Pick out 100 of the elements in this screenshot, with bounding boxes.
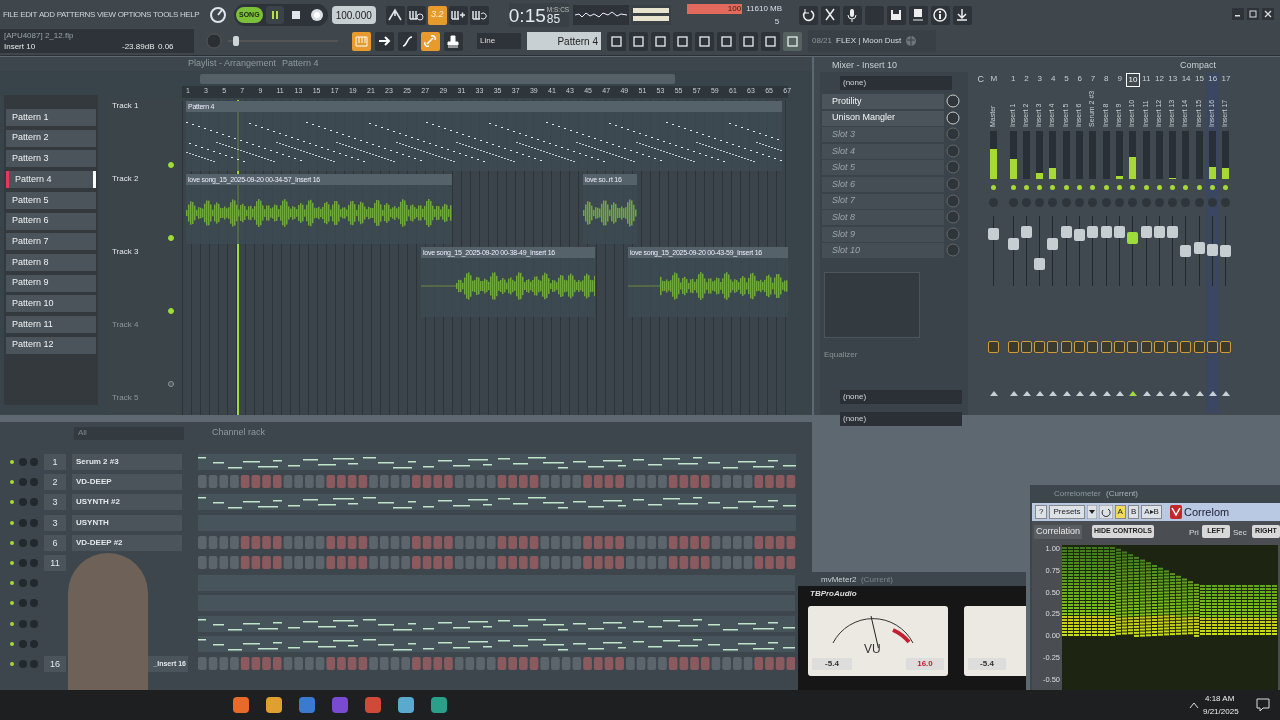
mute-toggle[interactable] bbox=[1077, 185, 1083, 190]
loop-record-icon[interactable] bbox=[469, 5, 489, 25]
strip-number[interactable]: 15 bbox=[1192, 73, 1207, 85]
link-icon[interactable] bbox=[421, 31, 440, 51]
effect-slot[interactable]: Slot 3 bbox=[822, 127, 944, 143]
channel-led[interactable] bbox=[10, 540, 14, 545]
channel-name-button[interactable]: VD-DEEP #2 bbox=[72, 534, 182, 551]
fader-thumb[interactable] bbox=[1087, 226, 1099, 239]
channel-led[interactable] bbox=[10, 662, 14, 666]
fader-thumb[interactable] bbox=[1060, 226, 1072, 239]
effect-slot[interactable]: Slot 6 bbox=[822, 177, 944, 192]
route-toggle[interactable] bbox=[1140, 341, 1152, 353]
strip-number[interactable]: 9 bbox=[1112, 73, 1127, 85]
mute-toggle[interactable] bbox=[1010, 185, 1016, 190]
strip-number[interactable]: 6 bbox=[1073, 73, 1087, 85]
minimize-button[interactable] bbox=[1232, 8, 1244, 20]
channel-led[interactable] bbox=[10, 641, 14, 646]
pattern-item[interactable]: Pattern 6 bbox=[6, 212, 96, 230]
fader-thumb[interactable] bbox=[1047, 238, 1059, 251]
fader-thumb[interactable] bbox=[1127, 232, 1139, 245]
input-dropdown[interactable]: (none) bbox=[840, 76, 952, 90]
mute-toggle[interactable] bbox=[1223, 185, 1229, 190]
mixer-track-number[interactable]: 11 bbox=[44, 555, 66, 571]
channel-led[interactable] bbox=[10, 500, 14, 505]
piano-icon[interactable] bbox=[352, 31, 371, 51]
mixer-track-number[interactable]: 3 bbox=[44, 514, 66, 531]
mute-toggle[interactable] bbox=[1156, 185, 1162, 190]
strip-number[interactable]: C bbox=[977, 73, 984, 87]
app-icon[interactable] bbox=[331, 696, 349, 714]
fader-thumb[interactable] bbox=[1074, 228, 1086, 241]
channel-name-button[interactable]: Serum 2 #3 bbox=[72, 454, 182, 470]
menu-item[interactable]: VIEW bbox=[96, 9, 116, 21]
route-toggle[interactable] bbox=[1007, 341, 1019, 353]
dropdown-icon[interactable] bbox=[1086, 505, 1097, 519]
mute-toggle[interactable] bbox=[1103, 185, 1109, 190]
pattern-item[interactable]: Pattern 3 bbox=[6, 150, 96, 168]
mute-toggle[interactable] bbox=[1196, 185, 1202, 190]
route-toggle[interactable] bbox=[1153, 341, 1165, 353]
mute-toggle[interactable] bbox=[991, 185, 997, 190]
fader-thumb[interactable] bbox=[1007, 238, 1019, 251]
mute-toggle[interactable] bbox=[1210, 185, 1216, 190]
mute-toggle[interactable] bbox=[1063, 185, 1069, 190]
channel-led[interactable] bbox=[10, 601, 14, 606]
route-toggle[interactable] bbox=[988, 341, 1000, 353]
strip-number[interactable]: 17 bbox=[1219, 73, 1233, 85]
fader-thumb[interactable] bbox=[1034, 257, 1046, 270]
menu-item[interactable]: FILE bbox=[3, 9, 19, 21]
pattern-item[interactable]: Pattern 8 bbox=[6, 253, 96, 271]
mixer-track-number[interactable]: 2 bbox=[44, 474, 66, 491]
app-icon[interactable] bbox=[364, 696, 382, 714]
fader-thumb[interactable] bbox=[1193, 242, 1205, 255]
route-toggle[interactable] bbox=[1074, 341, 1086, 353]
reset-icon[interactable] bbox=[799, 5, 819, 25]
fader-thumb[interactable] bbox=[1207, 243, 1219, 256]
effect-slot[interactable]: Slot 7 bbox=[822, 193, 944, 209]
menu-item[interactable]: PATTERNS bbox=[56, 9, 95, 21]
pattern-item[interactable]: Pattern 10 bbox=[6, 295, 96, 313]
track-enable-toggle[interactable] bbox=[168, 162, 174, 168]
mute-toggle[interactable] bbox=[1170, 185, 1176, 190]
pattern-item[interactable]: Pattern 11 bbox=[6, 316, 96, 333]
pattern-selector[interactable]: Pattern 4 bbox=[527, 32, 601, 50]
microphone-icon[interactable] bbox=[843, 5, 863, 25]
effect-slot[interactable]: Slot 4 bbox=[822, 143, 944, 159]
strip-number[interactable]: 16 bbox=[1206, 73, 1220, 85]
fader-thumb[interactable] bbox=[988, 227, 1000, 240]
strip-number[interactable]: 4 bbox=[1046, 73, 1060, 85]
cut-icon[interactable] bbox=[821, 5, 841, 25]
strip-number[interactable]: 10 bbox=[1126, 73, 1140, 87]
strip-number[interactable]: 12 bbox=[1152, 73, 1167, 85]
restore-button[interactable] bbox=[1247, 8, 1259, 20]
save-icon[interactable] bbox=[887, 5, 907, 25]
mute-toggle[interactable] bbox=[1050, 185, 1056, 190]
strip-number[interactable]: 1 bbox=[1006, 73, 1020, 85]
mixer-track-number[interactable]: 6 bbox=[44, 534, 66, 551]
knob-icon[interactable] bbox=[208, 5, 228, 25]
route-toggle[interactable] bbox=[1113, 341, 1125, 353]
save-new-icon[interactable] bbox=[909, 5, 929, 25]
strip-number[interactable]: 5 bbox=[1059, 73, 1074, 85]
fader-thumb[interactable] bbox=[1140, 226, 1152, 239]
effect-slot[interactable]: Slot 9 bbox=[822, 226, 944, 242]
ab-toggle[interactable]: B bbox=[1127, 505, 1140, 519]
menu-item[interactable]: HELP bbox=[180, 9, 200, 21]
send-dropdown[interactable]: (none) bbox=[840, 390, 962, 404]
send-arrow-icon[interactable] bbox=[990, 391, 999, 396]
effect-slot[interactable]: Slot 10 bbox=[822, 243, 944, 259]
fader-thumb[interactable] bbox=[1020, 226, 1032, 239]
mute-toggle[interactable] bbox=[1130, 185, 1136, 190]
tab[interactable]: Correlation bbox=[1034, 525, 1083, 539]
menu-item[interactable]: TOOLS bbox=[153, 9, 178, 21]
mixer-track-number[interactable]: 1 bbox=[44, 454, 66, 470]
route-toggle[interactable] bbox=[1220, 341, 1232, 353]
fader-thumb[interactable] bbox=[1153, 226, 1165, 239]
strip-number[interactable]: 14 bbox=[1179, 73, 1193, 85]
send-dropdown[interactable]: (none) bbox=[840, 412, 962, 426]
mixer-track-number[interactable]: 3 bbox=[44, 494, 66, 511]
menu-item[interactable]: OPTIONS bbox=[117, 9, 151, 21]
mute-toggle[interactable] bbox=[1116, 185, 1122, 190]
add-step-icon[interactable] bbox=[448, 5, 468, 25]
stamp-icon[interactable] bbox=[444, 31, 463, 51]
metronome-icon[interactable] bbox=[385, 5, 405, 25]
